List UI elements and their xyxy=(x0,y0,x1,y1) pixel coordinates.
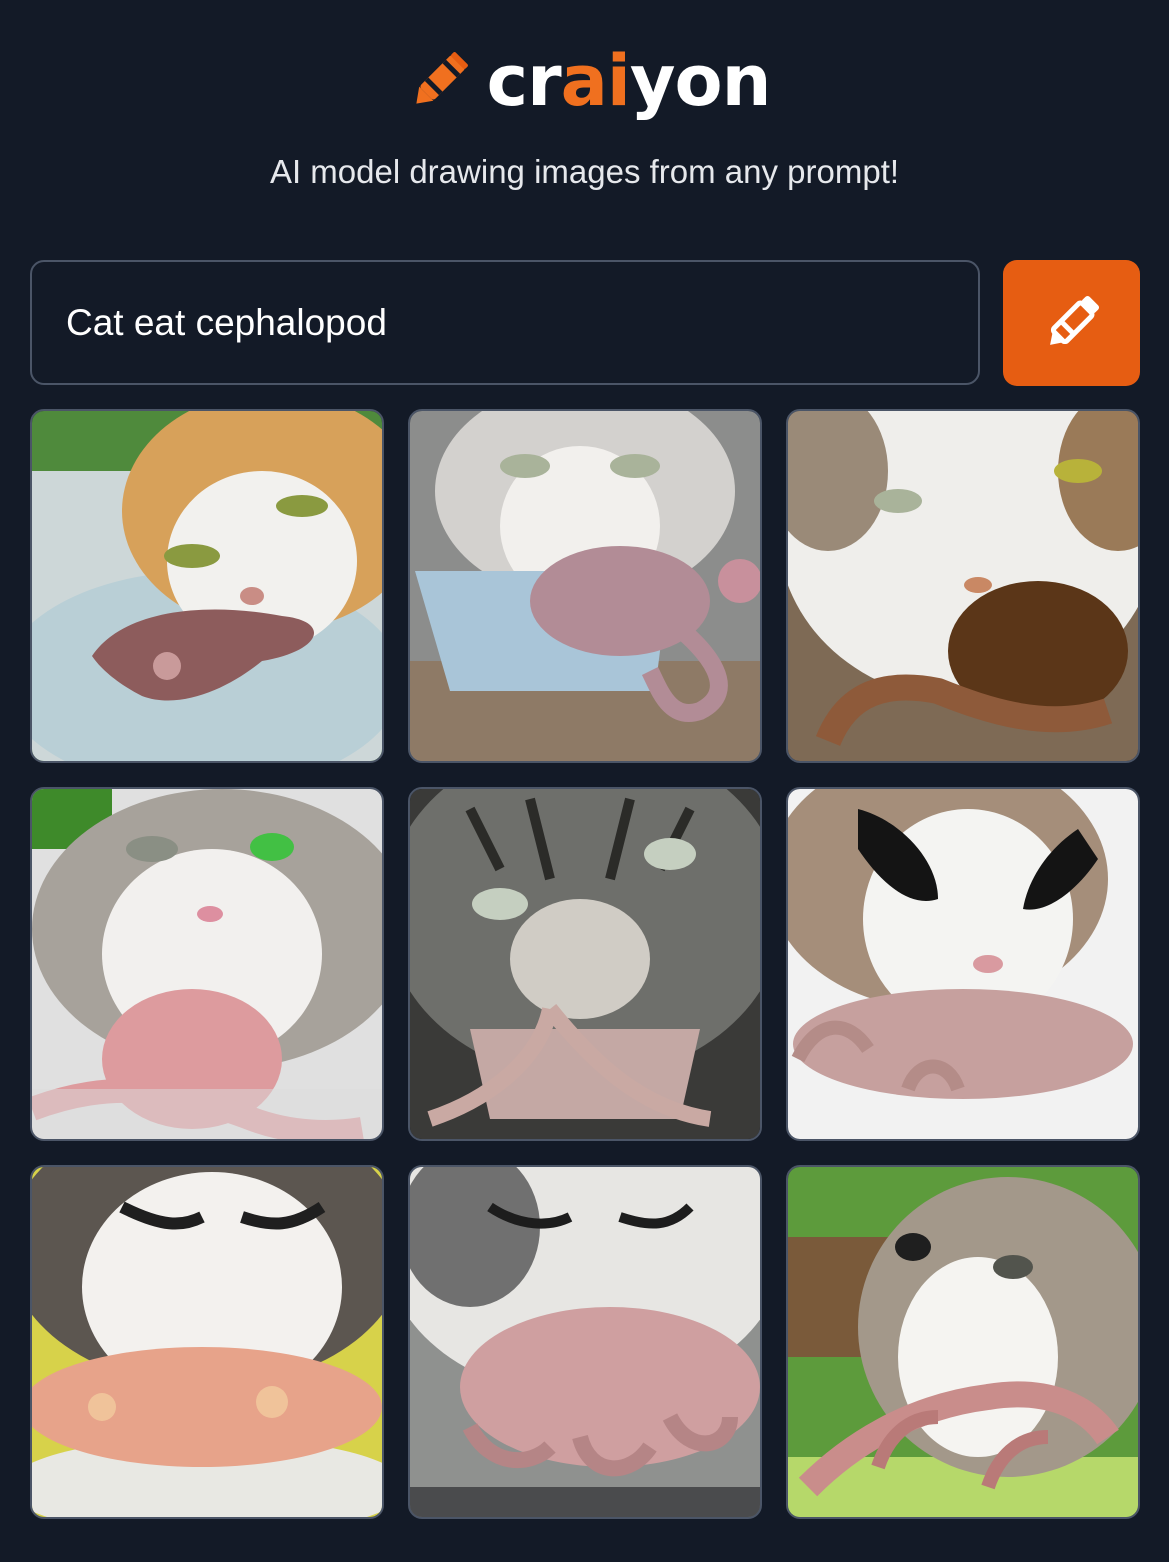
result-image-2[interactable] xyxy=(408,409,762,763)
result-image-5[interactable] xyxy=(408,787,762,1141)
image-tabby-eating-octopus xyxy=(410,789,760,1139)
result-image-1[interactable] xyxy=(30,409,384,763)
image-cat-eating-octopus-bowl xyxy=(410,411,760,761)
brand-logo[interactable]: craiyon xyxy=(0,36,1169,126)
image-cat-eating-brown-octopus xyxy=(788,411,1138,761)
image-cat-eating-orange-octopus xyxy=(32,1167,382,1517)
result-image-6[interactable] xyxy=(786,787,1140,1141)
result-image-8[interactable] xyxy=(408,1165,762,1519)
result-image-9[interactable] xyxy=(786,1165,1140,1519)
brand-suffix: yon xyxy=(629,40,772,122)
image-cat-eating-squid xyxy=(32,411,382,761)
image-bicolor-cat-eating-octopus xyxy=(788,789,1138,1139)
image-cat-eating-octopus-grass xyxy=(788,1167,1138,1517)
image-cat-eating-octopus-tentacles xyxy=(410,1167,760,1517)
result-image-7[interactable] xyxy=(30,1165,384,1519)
crayon-logo-icon xyxy=(415,52,468,104)
result-image-4[interactable] xyxy=(30,787,384,1141)
draw-button[interactable] xyxy=(1003,260,1140,386)
tagline: AI model drawing images from any prompt! xyxy=(269,153,900,190)
craiyon-page: craiyon AI model drawing images from any… xyxy=(0,0,1169,1562)
brand-wordmark: craiyon xyxy=(487,46,772,116)
crayon-icon xyxy=(1049,295,1099,345)
image-cat-eating-pink-octopus xyxy=(32,789,382,1139)
brand-accent: ai xyxy=(560,40,631,122)
results-grid xyxy=(30,409,1140,1519)
prompt-input[interactable] xyxy=(30,260,980,385)
result-image-3[interactable] xyxy=(786,409,1140,763)
brand-prefix: cr xyxy=(486,40,562,122)
